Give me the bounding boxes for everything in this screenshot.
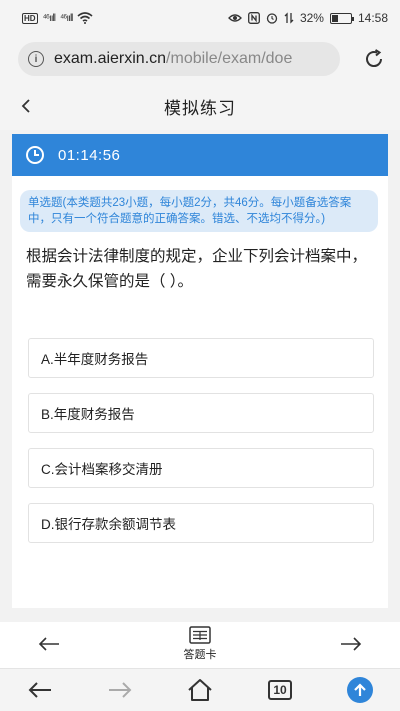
exam-card: 01:14:56 单选题(本类题共23小题，每小题2分，共46分。每小题备选答案… <box>12 134 388 608</box>
timer-value: 01:14:56 <box>58 146 121 164</box>
clock-icon <box>26 146 44 164</box>
reload-icon <box>366 49 383 68</box>
clock-time: 14:58 <box>357 11 388 25</box>
alarm-icon <box>266 13 278 24</box>
browser-home-button[interactable] <box>186 677 214 703</box>
hd-badge: HD <box>22 12 38 24</box>
answer-card-label: 答题卡 <box>183 649 217 661</box>
wifi-icon <box>77 12 93 24</box>
page-title: 模拟练习 <box>164 98 236 118</box>
question-text: 根据会计法律制度的规定，企业下列会计档案中，需要永久保管的是（ ）。 <box>26 248 368 290</box>
arrow-right-icon <box>109 682 132 698</box>
browser-back-button[interactable] <box>26 677 54 703</box>
nfc-icon <box>247 12 260 24</box>
option-b[interactable]: B.年度财务报告 <box>28 393 374 433</box>
option-d[interactable]: D.银行存款余额调节表 <box>28 503 374 543</box>
answer-card-icon <box>189 626 211 644</box>
browser-tabs-button[interactable]: 10 <box>266 677 294 703</box>
arrow-right-icon <box>341 637 362 651</box>
browser-toolbar: 10 <box>0 668 400 711</box>
browser-forward-button[interactable] <box>106 677 134 703</box>
data-transfer-icon <box>284 12 294 24</box>
timer-bar: 01:14:56 <box>12 134 388 176</box>
answer-options: A.半年度财务报告 B.年度财务报告 C.会计档案移交清册 D.银行存款余额调节… <box>12 338 388 543</box>
next-question-button[interactable] <box>340 632 362 658</box>
battery-icon <box>329 12 354 24</box>
answer-card-button[interactable]: 答题卡 <box>172 626 228 662</box>
url-domain: exam.aierxin.cn <box>54 50 167 67</box>
question-type-notice: 单选题(本类题共23小题，每小题2分，共46分。每小题备选答案中，只有一个符合题… <box>20 190 378 232</box>
url-text[interactable]: exam.aierxin.cn/mobile/exam/doe <box>54 50 292 68</box>
page-header: 模拟练习 <box>0 82 400 130</box>
home-icon <box>188 679 212 701</box>
arrow-left-icon <box>38 637 59 651</box>
url-field[interactable]: i exam.aierxin.cn/mobile/exam/doe <box>18 42 340 76</box>
chevron-left-icon <box>21 99 30 113</box>
upload-icon <box>347 677 373 703</box>
question-nav: 答题卡 <box>0 622 400 668</box>
reload-button[interactable] <box>360 45 388 73</box>
tabs-count: 10 <box>268 680 292 700</box>
info-icon[interactable]: i <box>28 51 44 67</box>
battery-percent: 32% <box>299 11 324 25</box>
status-bar: HD ⁴⁶ııll ⁴⁶ııll 32% 14:58 <box>0 0 400 36</box>
option-a[interactable]: A.半年度财务报告 <box>28 338 374 378</box>
url-path: /mobile/exam/doe <box>166 50 293 67</box>
arrow-left-icon <box>28 682 51 698</box>
previous-question-button[interactable] <box>38 632 60 658</box>
eye-icon <box>228 14 242 22</box>
browser-address-bar: i exam.aierxin.cn/mobile/exam/doe <box>0 36 400 82</box>
option-c[interactable]: C.会计档案移交清册 <box>28 448 374 488</box>
signal-icon: ⁴⁶ııll <box>42 12 56 24</box>
browser-upload-button[interactable] <box>346 677 374 703</box>
signal-icon: ⁴⁶ııll <box>59 12 73 24</box>
back-button[interactable] <box>12 92 40 120</box>
